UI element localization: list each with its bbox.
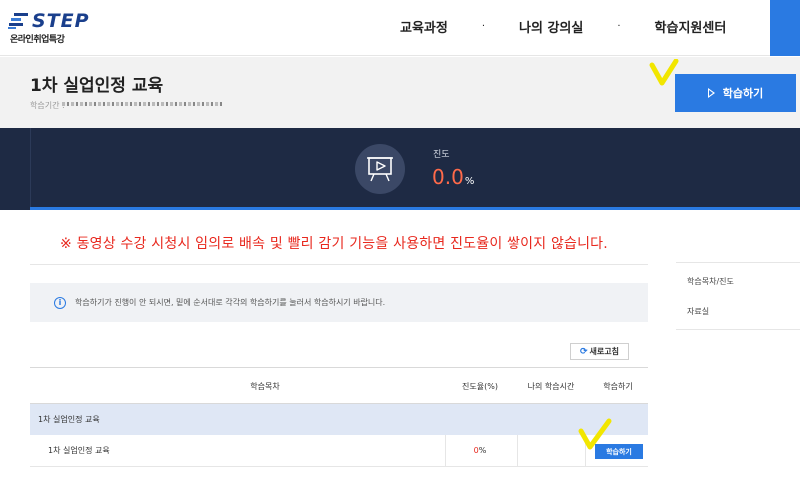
refresh-label: 새로고침 (589, 347, 619, 356)
lesson-progress: 0% (440, 446, 520, 455)
nav-item-my-classroom[interactable]: 나의 강의실 (519, 17, 583, 36)
course-title: 1차 실업인정 교육 (30, 76, 164, 96)
study-period-value-redacted (62, 102, 222, 106)
refresh-icon: ⟳ (580, 346, 588, 356)
table-row: 1차 실업인정 교육 0% 학습하기 (30, 418, 648, 467)
side-menu-item-resources[interactable]: 자료실 (687, 306, 709, 317)
info-message-text: 학습하기가 진행이 안 되시면, 밑에 순서대로 각각의 학습하기를 눌러서 학… (75, 298, 386, 307)
info-icon: i (54, 297, 66, 309)
start-study-button[interactable]: 학습하기 (675, 74, 796, 112)
side-menu-item-toc-progress[interactable]: 학습목차/진도 (687, 276, 734, 287)
column-header-my-time: 나의 학습시간 (527, 381, 575, 391)
column-header-progress: 진도율(%) (462, 381, 498, 391)
table-header: 학습목차 진도율(%) 나의 학습시간 학습하기 (30, 367, 648, 404)
start-study-label: 학습하기 (722, 88, 764, 100)
section-title: 1차 실업인정 교육 (38, 415, 100, 424)
progress-unit: % (464, 176, 475, 187)
lesson-progress-unit: % (478, 446, 487, 455)
step-logo[interactable]: STEP 온라인취업특강 (8, 10, 118, 46)
divider (30, 264, 648, 265)
main-navigation: 교육과정 · 나의 강의실 · 학습지원센터 (400, 17, 726, 36)
refresh-button[interactable]: ⟳ 새로고침 (570, 343, 629, 360)
lesson-study-button[interactable]: 학습하기 (595, 444, 643, 459)
logo-wordmark: STEP (32, 10, 90, 32)
info-message-box: i 학습하기가 진행이 안 되시면, 밑에 순서대로 각각의 학습하기를 눌러서… (30, 283, 648, 322)
play-icon (707, 88, 715, 98)
progress-number: 0.0 (432, 165, 464, 189)
progress-summary-band: 진도 0.0% (0, 128, 800, 210)
course-header: 1차 실업인정 교육 학습기간 : 학습하기 (0, 57, 800, 128)
toc-table: 학습목차 진도율(%) 나의 학습시간 학습하기 1차 실업인정 교육 1차 실… (30, 367, 648, 467)
study-period-label: 학습기간 : (30, 101, 65, 110)
logo-mark-icon (8, 13, 28, 29)
column-header-toc: 학습목차 (250, 381, 280, 391)
nav-item-support-center[interactable]: 학습지원센터 (655, 17, 727, 36)
nav-separator: · (617, 21, 621, 32)
nav-separator: · (481, 21, 486, 32)
presentation-screen-icon (367, 157, 393, 182)
top-navigation-bar: STEP 온라인취업특강 교육과정 · 나의 강의실 · 학습지원센터 (0, 0, 800, 56)
lesson-name: 1차 실업인정 교육 (48, 446, 110, 455)
progress-value: 0.0% (432, 165, 474, 189)
progress-label: 진도 (433, 150, 450, 160)
side-menu: 학습목차/진도 자료실 (676, 262, 800, 330)
header-side-panel-button[interactable] (770, 0, 800, 56)
video-lecture-icon (355, 144, 405, 194)
logo-subtitle: 온라인취업특강 (10, 35, 65, 45)
nav-item-courses[interactable]: 교육과정 (400, 17, 448, 36)
playback-speed-notice: ※ 동영상 수강 시청시 임의로 배속 및 빨리 감기 기능을 사용하면 진도율… (60, 236, 608, 252)
column-header-action: 학습하기 (603, 381, 633, 391)
table-section-row: 1차 실업인정 교육 (30, 404, 648, 435)
progress-band-underline (30, 207, 800, 210)
